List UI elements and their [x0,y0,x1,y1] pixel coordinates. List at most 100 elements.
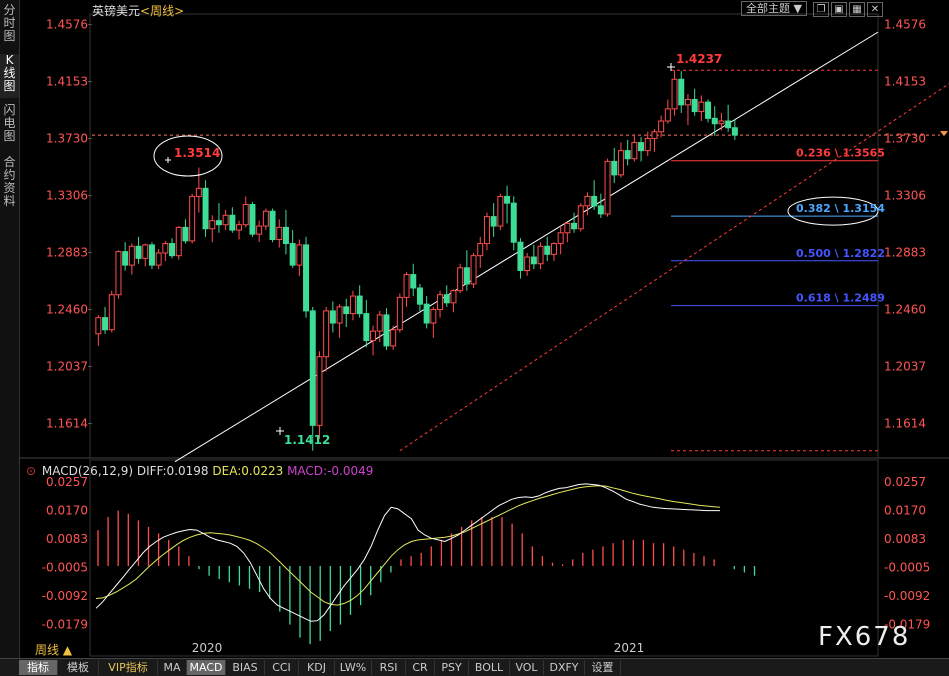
candle-series [95,70,738,451]
macd-tick-left: -0.0092 [42,589,88,603]
candle-body [269,210,276,241]
candle-body [483,216,490,245]
candle-body [624,150,631,160]
symbol-header: 英镑美元<周线> [92,2,184,19]
candle-body [95,317,102,335]
price-tick-right: 1.2037 [884,360,926,374]
macd-tick-right: 0.0083 [884,532,926,546]
candle-body [296,244,303,266]
price-tick-right: 1.2460 [884,303,926,317]
tab-kdj[interactable]: KDJ [299,660,335,675]
tab-macd[interactable]: MACD [187,660,226,675]
macd-tick-left: 0.0083 [46,532,88,546]
macd-dea-line [95,485,721,606]
minimize-icon[interactable]: ❐ [813,2,829,17]
chart-labels: 1.3514 1.1412 1.4237 0.236 \ 1.3565 0.382 \ … [153,52,885,655]
candle-body [664,108,671,122]
candle-body [376,314,383,332]
macd-panel-border [89,459,879,657]
candle-body [316,356,323,426]
tab-cci[interactable]: CCI [265,660,299,675]
price-tick-right: 1.2883 [884,246,926,260]
candle-body [437,294,444,311]
price-tick-left: 1.1614 [46,416,88,430]
macd-diff-value: DIFF:0.0198 [136,464,209,478]
tab-psy[interactable]: PSY [435,660,469,675]
candle-body [691,98,698,113]
tab-bias[interactable]: BIAS [226,660,265,675]
price-tick-right: 1.4153 [884,75,926,89]
candle-body [550,243,557,255]
candle-body [403,274,410,298]
macd-hist-value: MACD:-0.0049 [287,464,374,478]
tab-vip-indicators[interactable]: VIP指标 [99,660,158,675]
candle-body [256,225,263,235]
layout-icon[interactable]: ▦ [849,2,865,17]
tab-cr[interactable]: CR [406,660,435,675]
trend-line [174,31,879,463]
price-tick-right: 1.1614 [884,416,926,430]
price-tick-left: 1.2037 [46,360,88,374]
candle-body [678,78,685,106]
candle-body [383,314,390,347]
candle-body [463,267,470,285]
candle-body [195,187,202,197]
price-tick-left: 1.2460 [46,303,88,317]
watermark-logo: FX678 [818,622,911,652]
period-toggle[interactable]: 周线 ▲ [35,641,72,658]
candle-body [215,220,222,226]
candle-body [303,244,310,312]
candle-body [725,120,732,129]
candle-body [222,214,229,226]
candle-body [477,243,484,257]
candle-body [504,195,511,204]
tab-vol[interactable]: VOL [510,660,544,675]
tab-boll[interactable]: BOLL [469,660,510,675]
candle-body [370,330,377,342]
candle-body [122,251,129,266]
candle-body [658,120,665,133]
tab-ma[interactable]: MA [158,660,187,675]
macd-tick-right: 0.0170 [884,504,926,518]
restore-icon[interactable]: ▣ [831,2,847,17]
candle-body [638,142,645,152]
candle-body [711,117,718,125]
close-icon[interactable]: ✕ [867,2,883,17]
candle-body [155,252,162,266]
theme-select-label: 全部主题 [746,2,791,15]
macd-settings-icon[interactable]: ⊙ [26,464,36,478]
macd-diff-line [95,483,720,622]
candle-body [611,160,618,176]
candle-body [108,294,115,331]
candle-body [323,310,330,358]
candle-body [162,243,169,254]
theme-select-button[interactable]: 全部主题 ▼ [741,1,807,16]
candle-body [142,244,149,259]
candle-body [356,295,363,315]
tab-templates[interactable]: 模板 [58,660,99,675]
candle-body [544,245,551,255]
tab-settings[interactable]: 设置 [585,660,621,675]
price-tick-right: 1.3306 [884,189,926,203]
tab-indicators[interactable]: 指标 [19,660,58,675]
candle-body [242,204,249,226]
macd-tick-left: 0.0170 [46,504,88,518]
high-2019-label: 1.3514 [174,146,220,160]
price-tick-left: 1.4153 [46,75,88,89]
tab-lw[interactable]: LW% [335,660,372,675]
macd-axis: 0.0257 0.02570.0170 0.01700.0083 0.0083-0.0… [42,475,931,631]
price-tick-left: 1.3730 [46,132,88,146]
low-2020-marker-icon [276,427,284,435]
candle-body [276,226,283,241]
candle-body [564,222,571,234]
candle-body [718,120,725,125]
tab-dxfy[interactable]: DXFY [544,660,585,675]
candle-body [396,296,403,331]
tab-rsi[interactable]: RSI [372,660,406,675]
candle-body [584,195,591,207]
candle-body [182,226,189,242]
macd-tick-left: -0.0179 [42,617,88,631]
x-axis-label: 2020 [192,641,223,655]
candle-body [115,251,122,296]
candle-body [423,303,430,324]
